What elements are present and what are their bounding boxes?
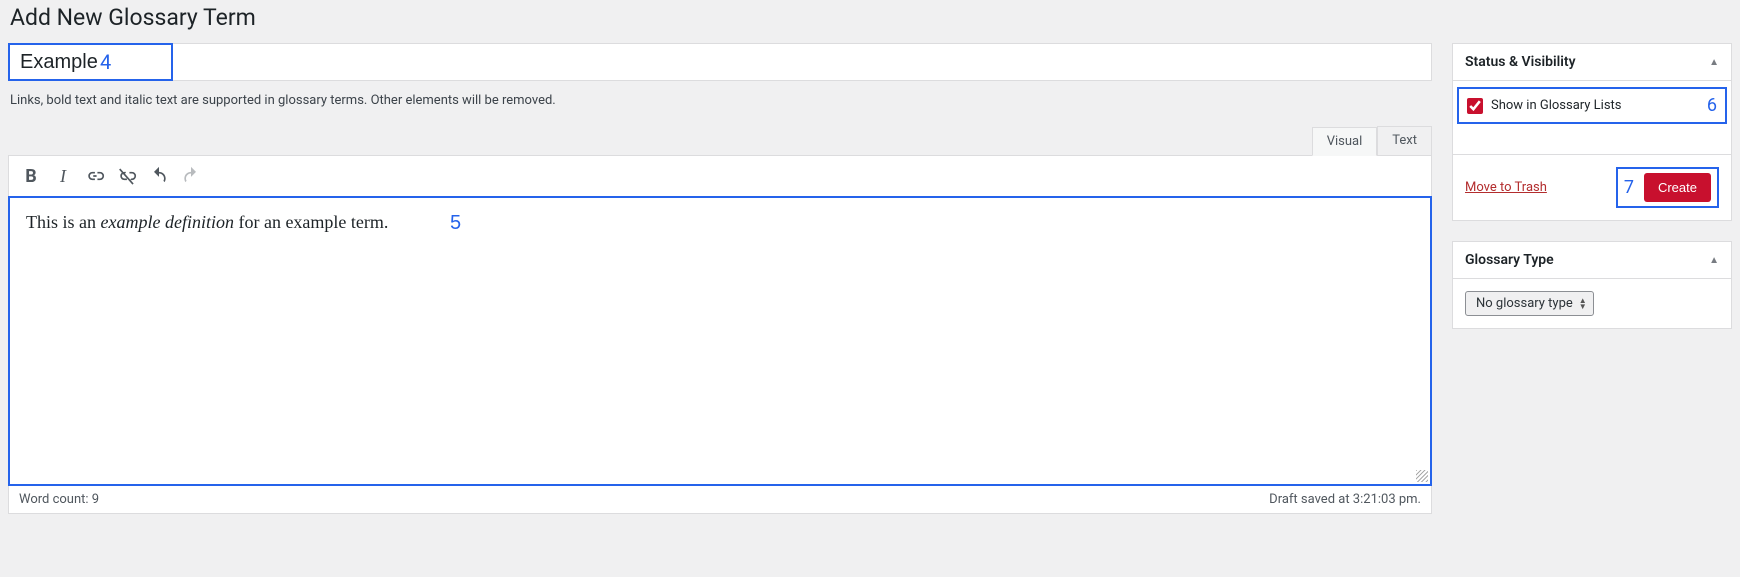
create-action-highlight: 7 Create bbox=[1616, 167, 1719, 208]
annotation-4: 4 bbox=[100, 50, 121, 74]
show-in-lists-label: Show in Glossary Lists bbox=[1491, 98, 1622, 113]
editor-hint-text: Links, bold text and italic text are sup… bbox=[10, 93, 1432, 108]
editor-text-prefix: This is an bbox=[26, 212, 101, 232]
draft-saved-text: Draft saved at 3:21:03 pm. bbox=[1269, 492, 1421, 507]
glossary-type-box: Glossary Type ▲ No glossary type ▲▼ bbox=[1452, 241, 1732, 329]
editor-textarea[interactable]: This is an example definition for an exa… bbox=[8, 196, 1432, 486]
editor-toolbar: B I bbox=[9, 156, 1431, 197]
title-input-extension[interactable] bbox=[173, 43, 1432, 81]
editor-text-suffix: for an example term. bbox=[234, 212, 388, 232]
redo-button bbox=[175, 160, 207, 192]
tab-text[interactable]: Text bbox=[1377, 126, 1432, 155]
annotation-6: 6 bbox=[1707, 95, 1717, 116]
status-visibility-title: Status & Visibility bbox=[1465, 54, 1576, 70]
glossary-type-title: Glossary Type bbox=[1465, 252, 1554, 268]
editor-footer: Word count: 9 Draft saved at 3:21:03 pm. bbox=[9, 485, 1431, 513]
editor-container: B I This is an example bbox=[8, 155, 1432, 514]
undo-button[interactable] bbox=[143, 160, 175, 192]
status-visibility-toggle[interactable]: Status & Visibility ▲ bbox=[1453, 44, 1731, 81]
word-count: Word count: 9 bbox=[19, 492, 99, 507]
move-to-trash-link[interactable]: Move to Trash bbox=[1465, 180, 1547, 195]
tab-visual[interactable]: Visual bbox=[1312, 127, 1378, 156]
term-title-input[interactable] bbox=[10, 47, 110, 78]
resize-handle[interactable] bbox=[1416, 470, 1428, 482]
annotation-5: 5 bbox=[450, 212, 461, 235]
glossary-type-selected: No glossary type bbox=[1476, 296, 1573, 311]
collapse-icon: ▲ bbox=[1709, 57, 1719, 68]
create-button[interactable]: Create bbox=[1644, 173, 1711, 202]
unlink-button[interactable] bbox=[111, 160, 143, 192]
glossary-type-select[interactable]: No glossary type ▲▼ bbox=[1465, 291, 1594, 316]
italic-button[interactable]: I bbox=[47, 160, 79, 192]
editor-mode-tabs: Visual Text bbox=[8, 126, 1432, 155]
show-in-lists-row: Show in Glossary Lists 6 bbox=[1457, 87, 1727, 124]
annotation-7: 7 bbox=[1624, 177, 1634, 198]
link-button[interactable] bbox=[79, 160, 111, 192]
status-visibility-box: Status & Visibility ▲ Show in Glossary L… bbox=[1452, 43, 1732, 221]
title-input-highlight: 4 bbox=[8, 43, 173, 81]
bold-button[interactable]: B bbox=[15, 160, 47, 192]
collapse-icon: ▲ bbox=[1709, 255, 1719, 266]
editor-text-italic: example definition bbox=[101, 212, 234, 232]
glossary-type-toggle[interactable]: Glossary Type ▲ bbox=[1453, 242, 1731, 279]
show-in-lists-checkbox[interactable] bbox=[1467, 98, 1483, 114]
page-title: Add New Glossary Term bbox=[10, 4, 1732, 31]
select-chevron-icon: ▲▼ bbox=[1579, 298, 1587, 310]
